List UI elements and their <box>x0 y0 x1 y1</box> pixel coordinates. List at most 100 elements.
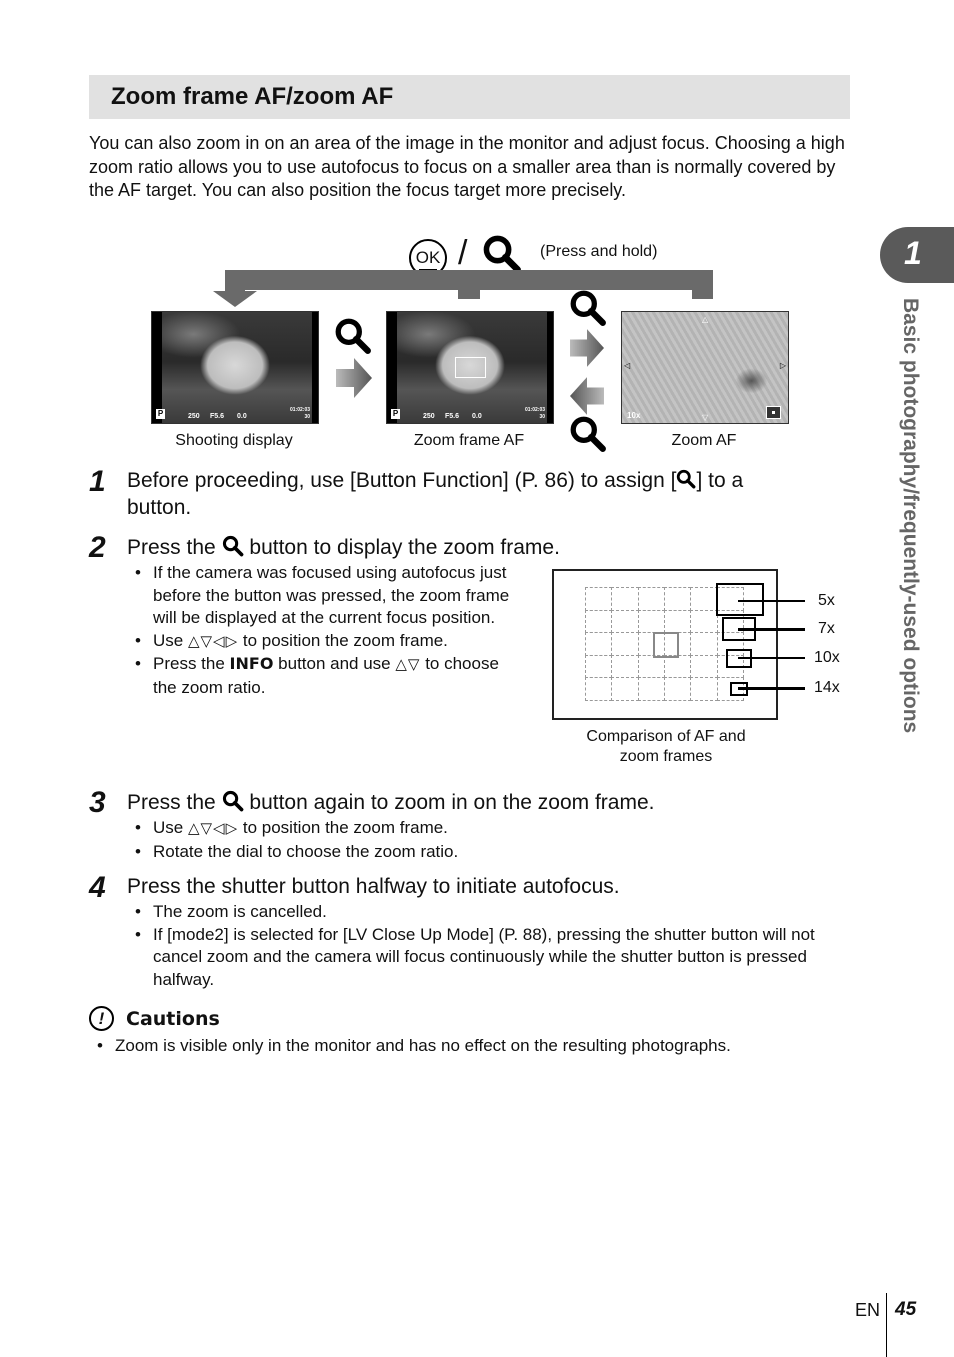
step-text: Press the shutter button halfway to init… <box>127 875 620 898</box>
chapter-number: 1 <box>904 235 922 271</box>
comparison-caption: Comparison of AF and <box>586 728 746 745</box>
arrow-right-icon <box>570 329 604 367</box>
af-grid-cell <box>611 632 639 656</box>
magnify-icon <box>677 469 696 489</box>
exposure-comp: 0.0 <box>472 413 482 420</box>
magnify-icon <box>222 535 243 557</box>
af-grid-cell <box>637 609 665 634</box>
step-2-bullets: If the camera was focused using autofocu… <box>135 562 520 700</box>
text: button and use <box>278 654 391 674</box>
af-grid-cell <box>611 609 639 634</box>
af-grid-cell <box>637 677 665 701</box>
af-grid-cell <box>585 609 613 634</box>
step-3-bullets: Use △▽◁▷ to position the zoom frame. Rot… <box>135 817 835 863</box>
bullet-item: Use △▽◁▷ to position the zoom frame. <box>135 630 520 654</box>
step-4-bullets: The zoom is cancelled. If [mode2] is sel… <box>135 901 845 991</box>
step-number: 1 <box>89 465 106 498</box>
zoom-label: 7x <box>818 620 835 637</box>
af-grid-cell <box>637 654 665 679</box>
left-arrow-icon: ◁ <box>624 361 631 370</box>
text: Use <box>153 818 184 837</box>
shots-remaining: 30 <box>304 414 310 420</box>
zoom-frame <box>455 357 486 378</box>
step-number: 4 <box>89 871 106 904</box>
step-text: Press the <box>127 791 216 814</box>
footer-divider <box>886 1293 887 1357</box>
section-header: Zoom frame AF/zoom AF <box>89 75 850 119</box>
manual-page: Zoom frame AF/zoom AF You can also zoom … <box>0 0 954 1357</box>
right-arrow-icon: ▷ <box>779 361 786 370</box>
af-grid-cell <box>664 587 692 611</box>
zoom-position-indicator <box>766 406 781 419</box>
bullet-item: If [mode2] is selected for [LV Close Up … <box>135 924 845 992</box>
mode-p: P <box>156 409 165 419</box>
mode-p: P <box>391 409 400 419</box>
zoom-frame-af-screen: P 250 F5.6 0.0 01:02:03 30 <box>386 311 554 424</box>
text: Press the <box>153 654 225 674</box>
arrow-right-icon <box>336 358 372 398</box>
magnify-icon <box>483 235 521 273</box>
af-grid-cell <box>585 632 613 656</box>
step-text: button to display the zoom frame. <box>249 536 560 559</box>
chapter-title: Basic photography/frequently-used option… <box>899 298 922 734</box>
ok-label: OK <box>415 248 441 267</box>
bullet-item: Rotate the dial to choose the zoom ratio… <box>135 841 835 864</box>
chapter-tab: 1 <box>880 227 954 283</box>
direction-arrows-icon: △▽◁▷ <box>187 820 239 837</box>
step-text: Press the <box>127 536 216 559</box>
leader-line <box>738 657 805 659</box>
text: to position the zoom frame. <box>242 630 448 650</box>
return-arrow-left-stem <box>225 270 245 292</box>
zoom-ratio: 10x <box>627 411 641 420</box>
language-label: EN <box>855 1300 881 1320</box>
af-grid-cell <box>585 587 613 611</box>
up-arrow-icon: △ <box>702 315 709 324</box>
step-number: 2 <box>89 531 106 564</box>
step-text: Before proceeding, use [Button Function]… <box>127 469 677 492</box>
caption-zoom-af: Zoom AF <box>671 432 737 449</box>
cautions-title: Cautions <box>126 1008 220 1030</box>
shooting-display-screen: P 250 F5.6 0.0 01:02:03 30 <box>151 311 319 424</box>
return-arrow-mid-stub <box>458 270 480 299</box>
leader-line <box>738 600 805 602</box>
text: to position the zoom frame. <box>242 818 448 837</box>
down-arrow-icon: ▽ <box>702 413 709 422</box>
bullet-item: The zoom is cancelled. <box>135 901 845 924</box>
arrow-left-icon <box>570 377 604 415</box>
up-down-arrows-icon: △▽ <box>395 656 421 674</box>
af-grid-cell <box>664 609 692 634</box>
center-af-target <box>653 632 679 658</box>
direction-arrows-icon: △▽◁▷ <box>187 632 239 650</box>
intro-paragraph: You can also zoom in on an area of the i… <box>89 133 845 201</box>
bullet-item: Use △▽◁▷ to position the zoom frame. <box>135 817 835 841</box>
bullet-item: Press the INFO button and use △▽ to choo… <box>135 653 520 699</box>
zoom-label: 5x <box>818 592 835 609</box>
aperture: F5.6 <box>445 413 460 420</box>
af-grid-cell <box>664 677 692 701</box>
step-number: 3 <box>89 786 106 819</box>
step-text: ] to a <box>696 469 744 492</box>
af-grid-cell <box>690 587 718 611</box>
return-arrow-right-stub <box>692 270 713 299</box>
zoom-af-screen: △ ▽ ◁ ▷ 10x <box>621 311 789 424</box>
slash: / <box>458 234 468 272</box>
step-text: button. <box>127 496 192 519</box>
shutter-speed: 250 <box>188 413 200 420</box>
info-button-label: INFO <box>229 654 274 674</box>
af-grid-cell <box>585 654 613 679</box>
exposure-comp: 0.0 <box>237 413 247 420</box>
af-grid-cell <box>664 654 692 679</box>
caution-icon: ! <box>89 1006 114 1031</box>
step-3-text: Press the button again to zoom in on the… <box>127 790 654 815</box>
af-grid-cell <box>611 587 639 611</box>
shots-remaining: 30 <box>539 414 545 420</box>
af-grid-cell <box>690 632 718 656</box>
record-time: 01:02:03 <box>524 407 545 413</box>
comparison-caption: zoom frames <box>619 748 713 765</box>
bullet-item: If the camera was focused using autofocu… <box>135 562 520 630</box>
leader-line <box>738 628 805 631</box>
af-grid-cell <box>611 677 639 701</box>
zoom-label: 10x <box>814 649 840 666</box>
af-grid-cell <box>690 677 718 701</box>
zoom-frame-comparison-diagram <box>552 569 778 720</box>
